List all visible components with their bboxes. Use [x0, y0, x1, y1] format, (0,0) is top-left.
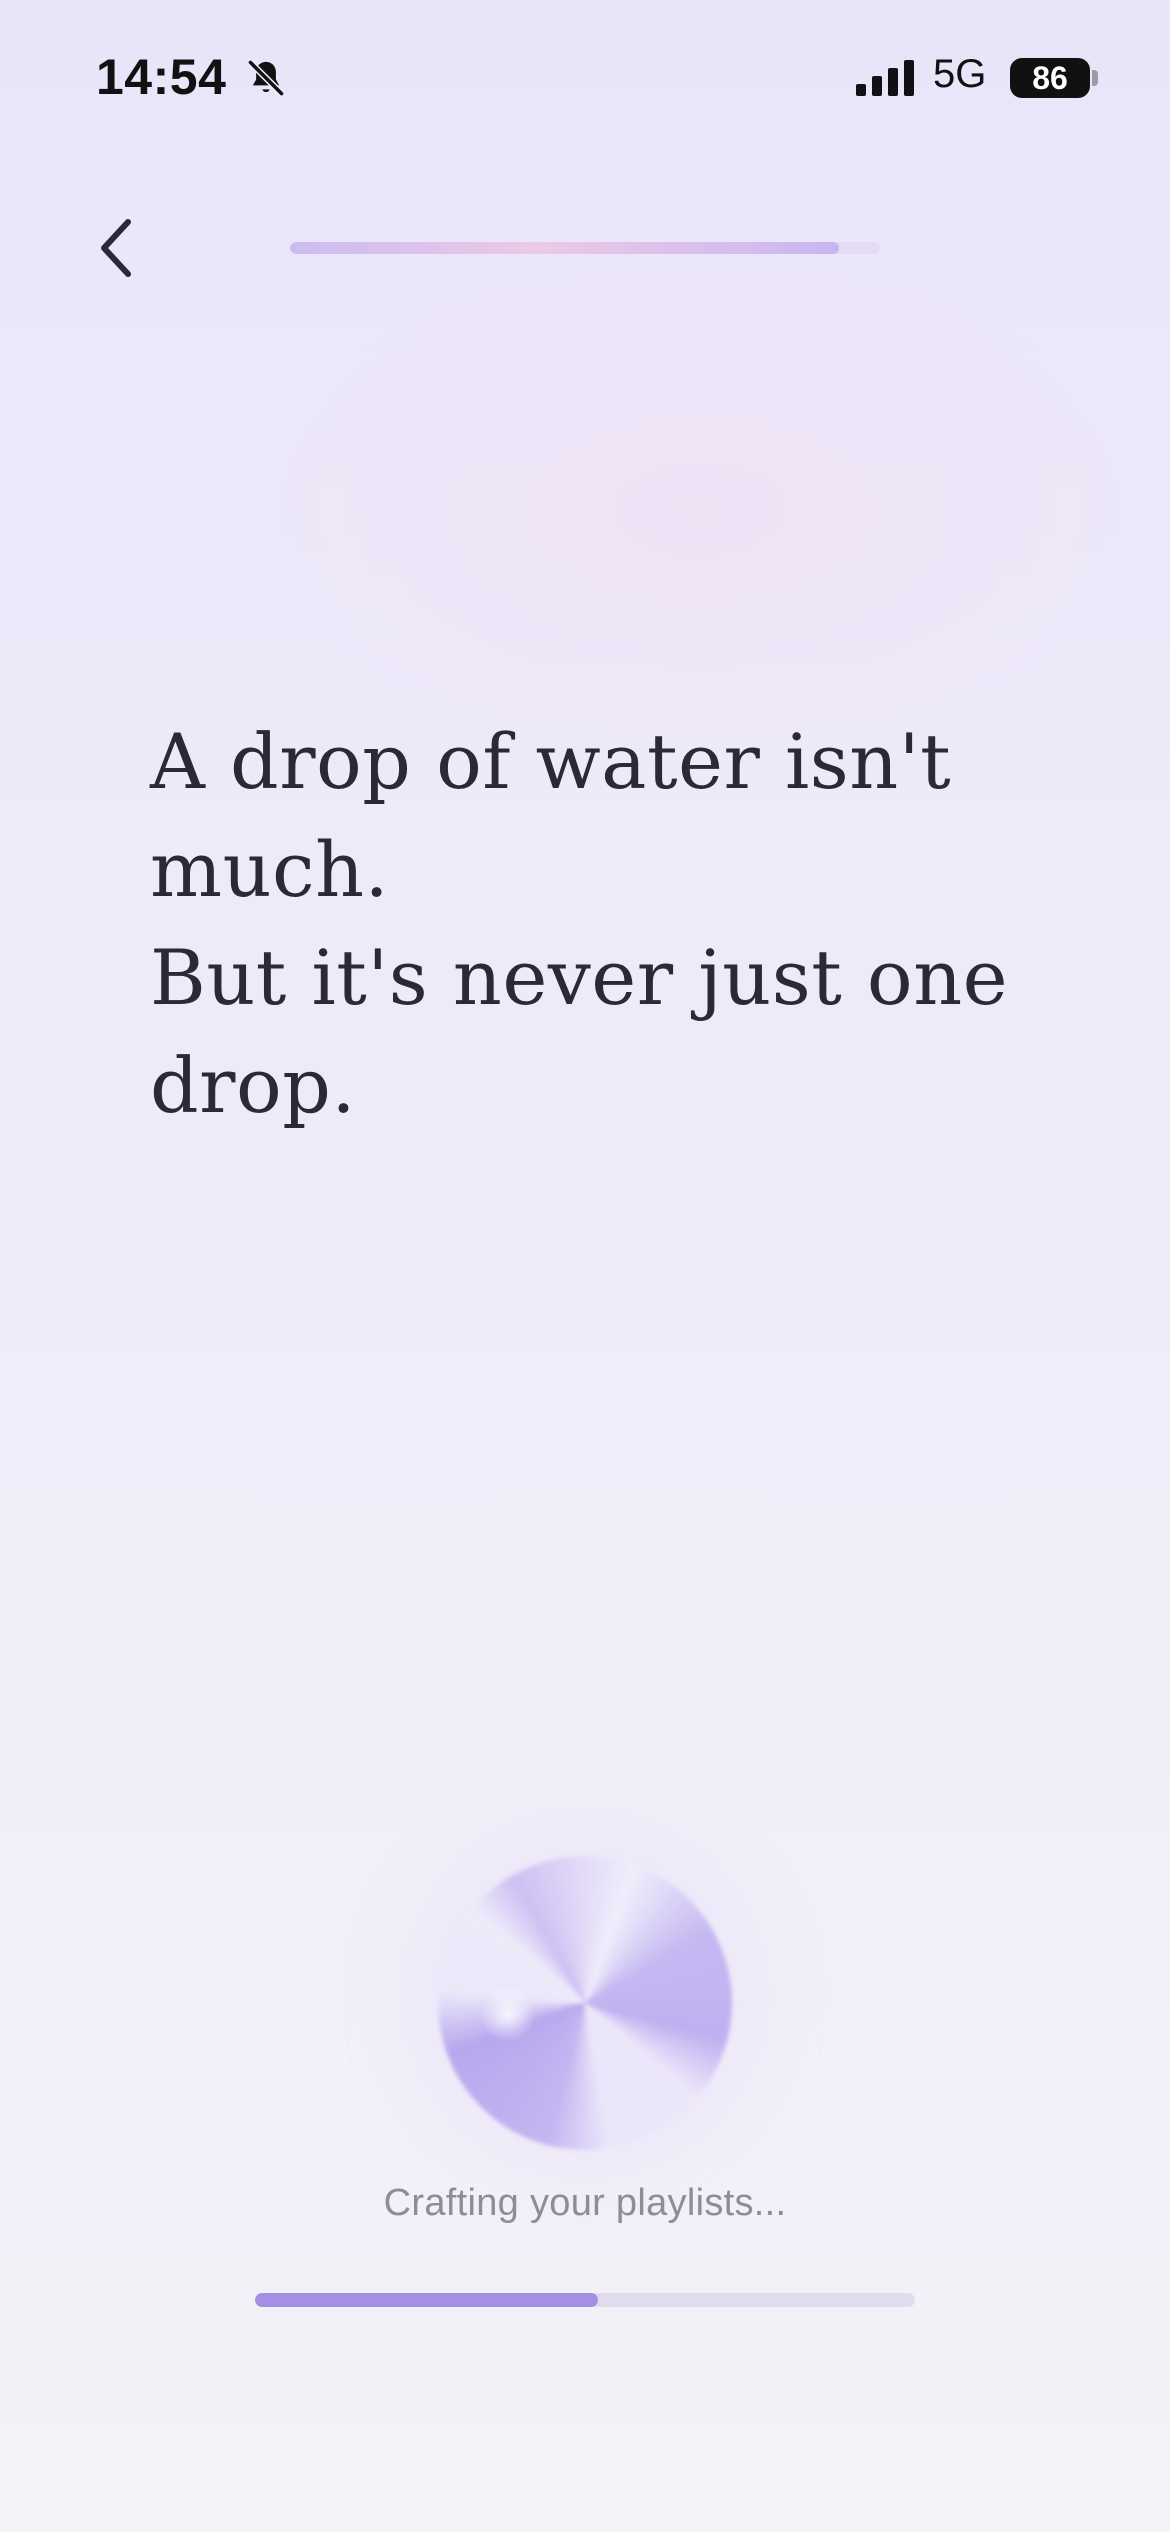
loading-progress-bar: [255, 2293, 915, 2307]
bell-slash-icon: [247, 59, 285, 97]
quote-line: But it's never just one: [150, 933, 1009, 1022]
orb-highlight: [480, 1986, 536, 2042]
loading-progress-fill: [255, 2293, 599, 2307]
background-glow: [250, 260, 1150, 760]
status-time: 14:54: [96, 49, 227, 105]
step-progress-bar: [290, 242, 880, 254]
chevron-left-icon: [101, 219, 131, 277]
quote-text: A drop of water isn't much. But it's nev…: [150, 708, 1050, 1140]
status-bar: 14:54 5G 86: [0, 0, 1170, 150]
loading-status-text: Crafting your playlists...: [383, 2182, 787, 2224]
quote-line: drop.: [150, 1041, 357, 1130]
quote-line: A drop of water isn't: [150, 717, 952, 806]
network-type: 5G: [933, 52, 987, 96]
battery-level: 86: [1010, 58, 1090, 98]
battery-cap: [1092, 70, 1098, 86]
back-button[interactable]: [88, 212, 152, 284]
step-progress-fill: [290, 242, 839, 254]
quote-line: much.: [150, 825, 390, 914]
cellular-signal-icon: [856, 60, 914, 96]
